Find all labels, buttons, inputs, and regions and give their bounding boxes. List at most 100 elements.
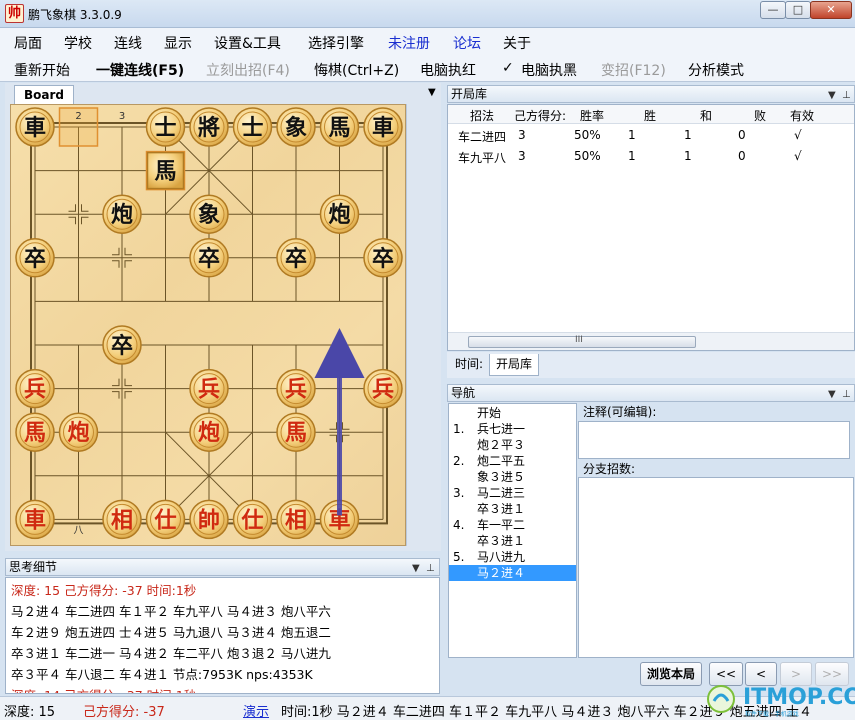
change-move-button[interactable]: 变招(F12) xyxy=(601,60,666,80)
piece-black[interactable]: 馬 xyxy=(146,151,185,190)
piece-red[interactable]: 兵 xyxy=(363,368,403,409)
piece-black[interactable]: 士 xyxy=(145,107,186,147)
status-score: 己方得分: -37 xyxy=(83,705,165,720)
piece-red[interactable]: 馬 xyxy=(276,412,316,452)
pin-icon[interactable]: ⊥ xyxy=(842,88,851,104)
piece-red[interactable]: 馬 xyxy=(15,412,55,452)
piece-red[interactable]: 兵 xyxy=(189,368,229,409)
chess-board[interactable]: 2 3 八 車士將士象馬車馬炮象炮卒卒卒卒卒兵兵兵兵馬炮炮馬車相仕帥仕相車 xyxy=(10,104,406,546)
new-game-button[interactable]: 重新开始 xyxy=(14,60,70,80)
board-scrollbar[interactable] xyxy=(406,104,440,546)
board-canvas[interactable]: 2 3 八 車士將士象馬車馬炮象炮卒卒卒卒卒兵兵兵兵馬炮炮馬車相仕帥仕相車 xyxy=(11,105,407,547)
tab-opening-book[interactable]: 开局库 xyxy=(489,354,540,376)
piece-red[interactable]: 炮 xyxy=(189,412,229,452)
chevron-down-icon[interactable]: ▼ xyxy=(828,387,836,403)
piece-black[interactable]: 卒 xyxy=(276,238,316,278)
pin-icon[interactable]: ⊥ xyxy=(426,561,435,577)
move-list-item[interactable]: 4. 车一平二 xyxy=(449,517,576,533)
piece-label: 馬 xyxy=(154,159,176,185)
move-list-item[interactable]: 5. 马八进九 xyxy=(449,549,576,565)
toolbar: 重新开始 一键连线(F5) 立刻出招(F4) 悔棋(Ctrl+Z) 电脑执红 ✓… xyxy=(0,55,855,82)
move-list-item[interactable]: 卒３进１ xyxy=(449,533,576,549)
menu-connect[interactable]: 连线 xyxy=(114,33,142,53)
column-header[interactable]: 招法 xyxy=(470,107,494,124)
note-field[interactable] xyxy=(578,421,850,459)
move-list-item[interactable]: 炮２平３ xyxy=(449,437,576,453)
piece-black[interactable]: 將 xyxy=(189,107,229,147)
piece-black[interactable]: 卒 xyxy=(363,238,403,278)
piece-red[interactable]: 仕 xyxy=(145,499,186,540)
chevron-down-icon[interactable]: ▼ xyxy=(412,561,420,577)
piece-black[interactable]: 車 xyxy=(363,107,403,147)
move-text: 卒３进１ xyxy=(477,534,526,548)
pin-icon[interactable]: ⊥ xyxy=(842,387,851,403)
close-button[interactable]: ✕ xyxy=(810,1,852,19)
undo-button[interactable]: 悔棋(Ctrl+Z) xyxy=(314,60,399,80)
piece-red[interactable]: 兵 xyxy=(276,368,316,409)
piece-label: 炮 xyxy=(328,202,350,228)
piece-black[interactable]: 象 xyxy=(189,194,229,234)
table-row[interactable]: 车二进四 3 50% 1 1 0 √ xyxy=(448,125,854,146)
menu-select-engine[interactable]: 选择引擎 xyxy=(308,33,364,53)
move-now-button[interactable]: 立刻出招(F4) xyxy=(206,60,290,80)
column-header[interactable]: 和 xyxy=(700,107,712,124)
piece-black[interactable]: 卒 xyxy=(15,238,55,278)
computer-red-button[interactable]: 电脑执红 xyxy=(420,60,476,80)
move-list[interactable]: 开始 1. 兵七进一 炮２平３ 2. 炮二平五 象３进５ 3. 马二进三 卒３进１ 4. 车一平二 卒３… xyxy=(448,403,577,658)
table-row[interactable]: 车九平八 3 50% 1 1 0 √ xyxy=(448,146,854,167)
move-list-item[interactable]: 2. 炮二平五 xyxy=(449,453,576,469)
one-key-connect-button[interactable]: 一键连线(F5) xyxy=(96,60,184,80)
menu-display[interactable]: 显示 xyxy=(164,33,192,53)
book-scrollbar[interactable]: III xyxy=(448,332,854,350)
column-header[interactable]: 败 xyxy=(754,107,766,124)
move-list-item[interactable]: 卒３进１ xyxy=(449,501,576,517)
piece-label: 兵 xyxy=(285,377,307,403)
piece-label: 卒 xyxy=(198,246,220,272)
think-log[interactable]: 深度: 15 己方得分: -37 时间:1秒 马２进４ 车二进四 车１平２ 车九… xyxy=(5,577,440,694)
demo-link[interactable]: 演示 xyxy=(243,701,269,720)
menu-unregistered[interactable]: 未注册 xyxy=(388,33,430,53)
menu-position[interactable]: 局面 xyxy=(14,33,42,53)
piece-black[interactable]: 士 xyxy=(232,107,273,147)
minimize-button[interactable]: — xyxy=(760,1,786,19)
piece-red[interactable]: 仕 xyxy=(232,499,273,540)
piece-black[interactable]: 炮 xyxy=(102,194,142,234)
column-header[interactable]: 胜 xyxy=(644,107,656,124)
tab-board[interactable]: Board xyxy=(14,85,74,104)
piece-black[interactable]: 車 xyxy=(15,107,55,147)
piece-red[interactable]: 帥 xyxy=(189,499,229,540)
piece-black[interactable]: 炮 xyxy=(319,194,360,234)
opening-book-table[interactable]: 招法 己方得分: 胜率 胜 和 败 有效 车二进四 3 50% 1 1 0 √ … xyxy=(447,104,855,351)
browse-game-button[interactable]: 浏览本局 xyxy=(640,662,702,686)
move-list-item[interactable]: 3. 马二进三 xyxy=(449,485,576,501)
scrollbar-thumb[interactable]: III xyxy=(468,335,696,348)
move-list-item[interactable]: 象３进５ xyxy=(449,469,576,485)
position-mark xyxy=(342,422,350,430)
piece-red[interactable]: 兵 xyxy=(15,368,55,409)
piece-black[interactable]: 象 xyxy=(276,107,316,147)
piece-red[interactable]: 車 xyxy=(15,499,55,540)
menu-school[interactable]: 学校 xyxy=(64,33,92,53)
column-header[interactable]: 胜率 xyxy=(580,107,604,124)
move-list-item[interactable]: 1. 兵七进一 xyxy=(449,421,576,437)
computer-black-button[interactable]: 电脑执黑 xyxy=(521,60,577,80)
piece-red[interactable]: 相 xyxy=(276,499,316,540)
move-list-item[interactable]: 马２进４ xyxy=(449,565,576,581)
piece-black[interactable]: 馬 xyxy=(319,107,360,147)
piece-red[interactable]: 炮 xyxy=(58,412,99,452)
piece-black[interactable]: 卒 xyxy=(189,238,229,278)
menu-about[interactable]: 关于 xyxy=(503,33,531,53)
tab-time[interactable]: 时间: xyxy=(449,354,489,376)
piece-black[interactable]: 卒 xyxy=(102,325,142,365)
move-list-item[interactable]: 开始 xyxy=(449,405,576,421)
chevron-down-icon[interactable]: ▼ xyxy=(828,88,836,104)
chevron-down-icon[interactable]: ▼ xyxy=(428,87,436,98)
branch-list[interactable] xyxy=(578,477,854,658)
analysis-mode-button[interactable]: 分析模式 xyxy=(688,60,744,80)
column-header[interactable]: 己方得分: xyxy=(514,107,566,124)
menu-forum[interactable]: 论坛 xyxy=(453,33,481,53)
piece-red[interactable]: 相 xyxy=(102,499,142,540)
maximize-button[interactable]: □ xyxy=(785,1,811,19)
column-header[interactable]: 有效 xyxy=(790,107,814,124)
menu-settings-tools[interactable]: 设置&工具 xyxy=(214,33,281,53)
